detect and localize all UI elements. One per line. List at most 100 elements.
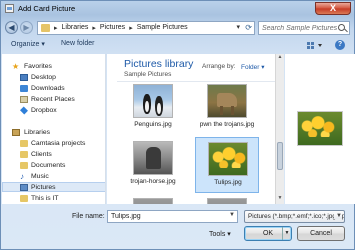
- nav-item-clients[interactable]: Clients: [2, 150, 105, 160]
- title-bar: Add Card Picture X: [1, 1, 354, 17]
- search-icon[interactable]: [338, 24, 345, 31]
- navigation-pane: ★ Favorites Desktop Downloads Recent Pla…: [2, 54, 106, 204]
- ok-button[interactable]: OK ▼: [244, 226, 292, 241]
- help-button[interactable]: ?: [335, 40, 345, 50]
- nav-item-label: Downloads: [31, 85, 65, 92]
- cancel-button[interactable]: Cancel: [297, 226, 345, 241]
- file-item-trojan-horse[interactable]: trojan-horse.jpg: [121, 139, 185, 195]
- dropbox-icon: [20, 106, 28, 115]
- file-type-select[interactable]: Pictures (*.bmp;*.emf;*.ico;*.jpg;*.png)…: [244, 210, 345, 223]
- library-subtitle: Sample Pictures: [124, 71, 172, 78]
- libraries-icon: [12, 129, 20, 136]
- file-name-combo: ▼: [107, 210, 238, 223]
- back-button[interactable]: ◀: [5, 21, 18, 34]
- refresh-icon[interactable]: ⟳: [245, 23, 252, 32]
- search-box: [258, 21, 350, 35]
- file-name-input[interactable]: [108, 211, 226, 222]
- folder-icon: [20, 151, 28, 158]
- breadcrumb-pictures[interactable]: Pictures: [100, 24, 125, 32]
- file-list: Pictures library Sample Pictures Arrange…: [107, 54, 283, 204]
- window-title: Add Card Picture: [18, 4, 76, 13]
- file-item-partial[interactable]: [121, 196, 185, 204]
- forward-button[interactable]: ▶: [20, 21, 33, 34]
- file-item-pwn-the-trojans[interactable]: pwn the trojans.jpg: [195, 82, 259, 138]
- breadcrumb-libraries[interactable]: Libraries: [62, 24, 89, 32]
- toolbar: Organize ▾ New folder ?: [1, 38, 354, 53]
- thumbnail-image: [207, 198, 247, 204]
- music-icon: ♪: [20, 172, 24, 181]
- nav-item-music[interactable]: ♪ Music: [2, 172, 105, 182]
- close-button[interactable]: X: [315, 2, 351, 15]
- app-icon: [5, 4, 14, 13]
- file-item-partial[interactable]: [195, 196, 259, 204]
- arrange-by-label: Arrange by:: [202, 63, 236, 70]
- nav-item-label: Dropbox: [31, 107, 57, 114]
- new-folder-button[interactable]: New folder: [61, 40, 94, 47]
- documents-icon: [20, 162, 28, 169]
- add-card-picture-dialog: Add Card Picture X ◀ ▶ ▸ Libraries ▸ Pic…: [0, 0, 355, 250]
- file-item-tulips[interactable]: Tulips.jpg: [195, 137, 259, 193]
- nav-item-camtasia-projects[interactable]: Camtasia projects: [2, 139, 105, 149]
- thumbnail-image: [133, 84, 173, 118]
- scroll-down-icon[interactable]: ▼: [276, 195, 284, 204]
- nav-item-this-is-it[interactable]: This is IT: [2, 194, 105, 204]
- preview-pane: [285, 54, 355, 204]
- library-title: Pictures library: [124, 58, 194, 70]
- thumbnail-image: [133, 141, 173, 175]
- nav-item-dropbox[interactable]: Dropbox: [2, 106, 105, 116]
- scrollbar-thumb[interactable]: [277, 142, 283, 170]
- ok-label: OK: [262, 230, 274, 237]
- file-name-label: Tulips.jpg: [214, 179, 242, 186]
- nav-item-label: Camtasia projects: [31, 140, 86, 147]
- address-dropdown-icon[interactable]: ▾: [236, 23, 240, 31]
- file-name-label: File name:: [72, 213, 105, 220]
- recent-places-icon: [20, 96, 28, 103]
- nav-item-libraries[interactable]: Libraries: [2, 128, 105, 138]
- chevron-down-icon[interactable]: ▼: [229, 212, 235, 218]
- breadcrumb-separator-icon[interactable]: ▸: [92, 24, 96, 32]
- nav-item-label: Music: [31, 173, 49, 180]
- file-type-value: Pictures (*.bmp;*.emf;*.ico;*.jpg;*.png): [248, 213, 345, 220]
- breadcrumb: ▸ Libraries ▸ Pictures ▸ Sample Pictures: [54, 24, 188, 32]
- thumbnail-image: [208, 142, 248, 176]
- nav-item-documents[interactable]: Documents: [2, 161, 105, 171]
- thumbnail-image: [133, 198, 173, 204]
- nav-item-label: This is IT: [31, 195, 59, 202]
- preview-image: [297, 111, 343, 146]
- nav-item-desktop[interactable]: Desktop: [2, 73, 105, 83]
- nav-item-favorites[interactable]: ★ Favorites: [2, 62, 105, 72]
- file-item-penguins[interactable]: Penguins.jpg: [121, 82, 185, 138]
- organize-button[interactable]: Organize ▾: [11, 40, 45, 48]
- address-row: ◀ ▶ ▸ Libraries ▸ Pictures ▸ Sample Pict…: [1, 19, 354, 37]
- view-options-icon: [307, 42, 322, 49]
- breadcrumb-separator-icon[interactable]: ▸: [129, 24, 133, 32]
- file-name-label: trojan-horse.jpg: [130, 178, 176, 185]
- breadcrumb-sample-pictures[interactable]: Sample Pictures: [137, 24, 188, 32]
- thumbnail-image: [207, 84, 247, 118]
- tools-button[interactable]: Tools ▾: [209, 230, 231, 238]
- star-icon: ★: [12, 62, 20, 71]
- nav-item-label: Favorites: [24, 63, 52, 70]
- search-input[interactable]: [259, 22, 337, 34]
- change-view-button[interactable]: [306, 40, 324, 51]
- file-name-label: pwn the trojans.jpg: [199, 121, 255, 128]
- file-name-label: Penguins.jpg: [134, 121, 172, 128]
- nav-item-recent-places[interactable]: Recent Places: [2, 95, 105, 105]
- folder-icon: [20, 140, 28, 147]
- nav-item-label: Desktop: [31, 74, 56, 81]
- nav-item-pictures[interactable]: Pictures: [2, 182, 105, 192]
- downloads-icon: [20, 85, 28, 92]
- chevron-down-icon[interactable]: ▼: [282, 227, 291, 240]
- nav-item-downloads[interactable]: Downloads: [2, 84, 105, 94]
- file-list-scrollbar[interactable]: ▲ ▼: [275, 54, 284, 204]
- address-bar[interactable]: ▸ Libraries ▸ Pictures ▸ Sample Pictures…: [37, 21, 255, 35]
- breadcrumb-separator-icon: ▸: [54, 25, 58, 32]
- nav-item-label: Clients: [31, 151, 52, 158]
- nav-item-label: Pictures: [31, 184, 56, 191]
- scroll-up-icon[interactable]: ▲: [276, 54, 284, 63]
- desktop-icon: [20, 74, 28, 81]
- arrange-by-dropdown[interactable]: Folder ▾: [241, 63, 265, 71]
- pictures-icon: [20, 184, 28, 191]
- nav-item-label: Libraries: [24, 129, 51, 136]
- nav-item-label: Recent Places: [31, 96, 75, 103]
